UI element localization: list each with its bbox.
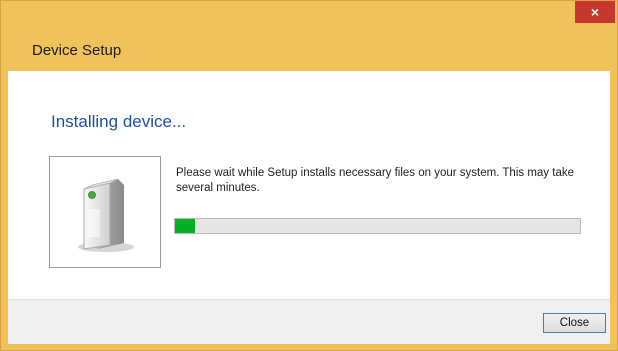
- device-server-icon: [78, 178, 134, 252]
- content-panel: Installing device... Please wait while S…: [8, 71, 610, 299]
- progress-fill: [175, 219, 196, 233]
- device-setup-window: × Device Setup Installing device... Plea…: [0, 0, 618, 351]
- device-image-frame: [49, 156, 161, 268]
- install-progress-bar: [174, 218, 581, 234]
- title-bar[interactable]: × Device Setup: [1, 1, 617, 71]
- footer-bar: Close: [8, 299, 610, 344]
- window-title: Device Setup: [32, 42, 122, 59]
- page-heading: Installing device...: [51, 112, 187, 131]
- status-message: Please wait while Setup installs necessa…: [176, 167, 574, 194]
- window-close-icon[interactable]: ×: [575, 1, 615, 23]
- close-button[interactable]: Close: [543, 313, 606, 333]
